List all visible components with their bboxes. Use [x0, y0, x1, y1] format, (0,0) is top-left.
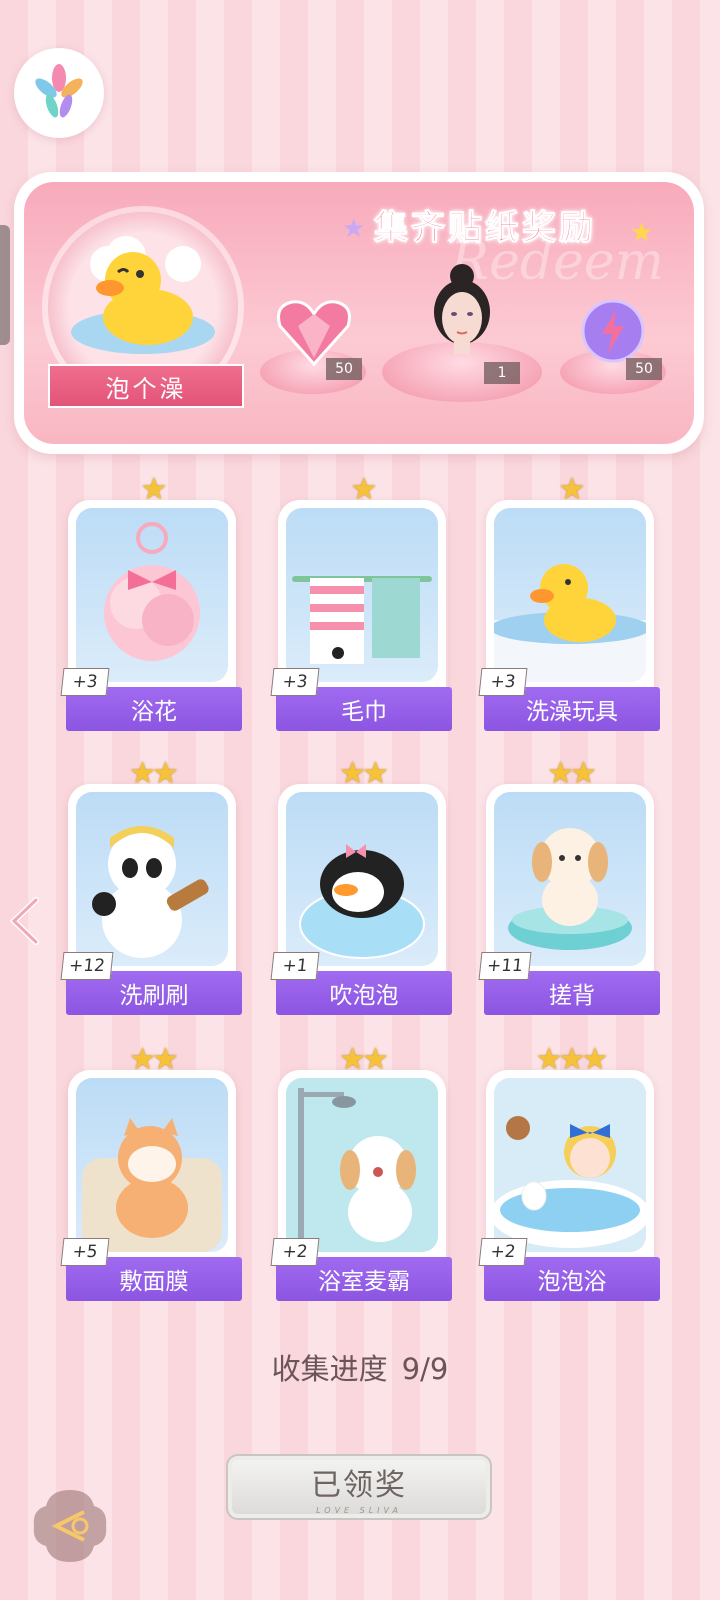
progress-label: 收集进度: [271, 1352, 388, 1386]
sticker-count-badge: +12: [60, 952, 114, 980]
sticker-card[interactable]: ★ 毛巾 +3: [268, 472, 456, 731]
sticker-card[interactable]: ★★ 浴室麦霸 +2: [268, 1042, 456, 1301]
sticker-count-badge: +3: [478, 668, 528, 696]
cat-face-mask-icon: [82, 1118, 222, 1252]
sticker-count-badge: +5: [60, 1238, 110, 1266]
avatar-portrait-icon: [434, 264, 490, 354]
sticker-card[interactable]: ★★ 敷面膜 +5: [58, 1042, 246, 1301]
bath-puff-icon: [104, 522, 200, 661]
sticker-art: [286, 792, 438, 966]
progress-value: 9/9: [401, 1352, 449, 1386]
towel-rack-icon: [292, 576, 432, 664]
sticker-art: [76, 508, 228, 682]
star-decoration-icon: ★: [342, 214, 366, 244]
reward-heart-gem[interactable]: 50: [260, 286, 366, 394]
app-logo[interactable]: [14, 48, 104, 138]
reward-banner: Redeem ★ ★ 集齐贴纸奖励 泡个澡 50 1 50: [14, 172, 704, 454]
star-decoration-icon: ★: [630, 218, 654, 248]
sticker-art: [494, 792, 646, 966]
sticker-count-badge: +3: [60, 668, 110, 696]
sticker-art: [494, 1078, 646, 1252]
previous-page-arrow-icon[interactable]: [8, 896, 42, 946]
pinwheel-logo-icon: [35, 64, 83, 118]
reward-count: 50: [326, 358, 362, 380]
reward-avatar[interactable]: 1: [382, 262, 542, 402]
sticker-card[interactable]: ★ 浴花 +3: [58, 472, 246, 731]
edge-handle[interactable]: [0, 225, 10, 345]
claimed-button-sublabel: LOVE SLIVA: [316, 1505, 402, 1515]
sticker-count-badge: +11: [478, 952, 532, 980]
banner-title: 集齐贴纸奖励: [374, 208, 596, 249]
sticker-card[interactable]: ★ 洗澡玩具 +3: [476, 472, 664, 731]
sticker-count-badge: +3: [270, 668, 320, 696]
back-button-icon[interactable]: [30, 1486, 110, 1566]
rubber-duck-toy-icon: [494, 564, 646, 682]
reward-count: 50: [626, 358, 662, 380]
lightning-orb-icon: [581, 299, 645, 363]
sticker-art: [286, 1078, 438, 1252]
sticker-count-badge: +2: [270, 1238, 320, 1266]
sticker-art: [494, 508, 646, 682]
sticker-card[interactable]: ★★ 洗刷刷 +12: [58, 756, 246, 1015]
puppy-singing-shower-icon: [286, 1078, 438, 1252]
girl-bubble-bath-icon: [494, 1078, 646, 1252]
puppy-in-tub-icon: [508, 828, 632, 950]
sticker-count-badge: +2: [478, 1238, 528, 1266]
claimed-button-label: 已领奖: [311, 1467, 407, 1503]
reward-count: 1: [484, 362, 520, 384]
claimed-button[interactable]: 已领奖 LOVE SLIVA: [226, 1454, 492, 1520]
sticker-card[interactable]: ★★ 吹泡泡 +1: [268, 756, 456, 1015]
sticker-count-badge: +1: [270, 952, 320, 980]
sticker-art: [286, 508, 438, 682]
sticker-card[interactable]: ★★ 搓背 +11: [476, 756, 664, 1015]
sticker-art: [76, 1078, 228, 1252]
sticker-art: [76, 792, 228, 966]
main-reward-label: 泡个澡: [48, 364, 244, 408]
reward-energy-orb[interactable]: 50: [560, 286, 666, 394]
sticker-card[interactable]: ★★★ 泡泡浴 +2: [476, 1042, 664, 1301]
collection-progress: 收集进度 9/9: [0, 1346, 720, 1388]
penguin-bubble-icon: [299, 844, 425, 959]
panda-scrubbing-icon: [92, 826, 209, 958]
